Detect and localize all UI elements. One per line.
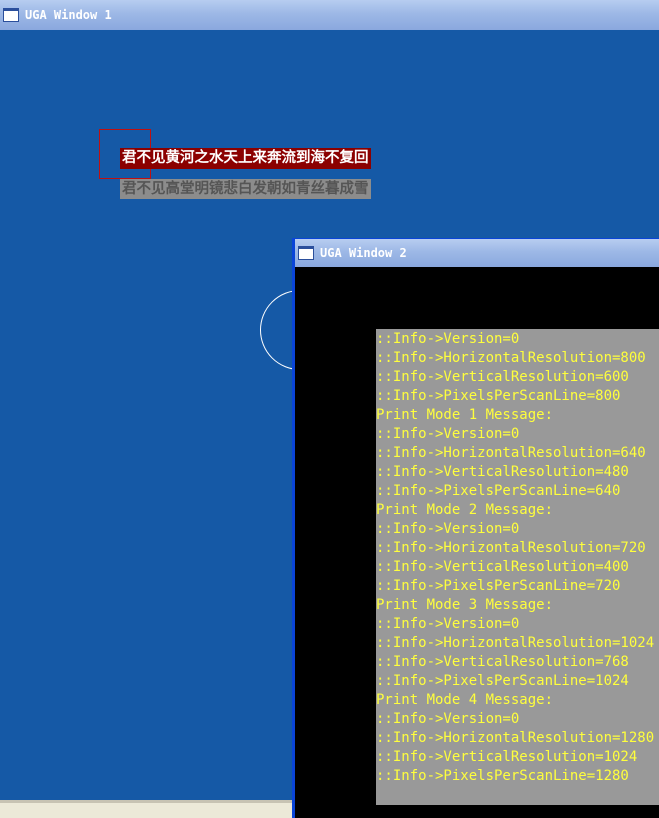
console-line: ::Info->HorizontalResolution=800 bbox=[376, 350, 646, 366]
console-output: ::Info->Version=0::Info->HorizontalResol… bbox=[376, 329, 659, 805]
console-line: ::Info->HorizontalResolution=640 bbox=[376, 445, 646, 461]
console-line: Print Mode 3 Message: bbox=[376, 597, 554, 613]
console-line: Print Mode 1 Message: bbox=[376, 407, 554, 423]
console-line: ::Info->PixelsPerScanLine=720 bbox=[376, 578, 621, 594]
console-line: ::Info->Version=0 bbox=[376, 331, 520, 347]
console-line: ::Info->VerticalResolution=600 bbox=[376, 369, 629, 385]
window1-title: UGA Window 1 bbox=[25, 8, 112, 22]
window2[interactable]: UGA Window 2 ::Info->Version=0::Info->Ho… bbox=[292, 238, 659, 818]
console-line: ::Info->VerticalResolution=480 bbox=[376, 464, 629, 480]
window1-titlebar[interactable]: UGA Window 1 bbox=[0, 0, 659, 30]
console-line: ::Info->PixelsPerScanLine=640 bbox=[376, 483, 621, 499]
console-line: ::Info->Version=0 bbox=[376, 711, 520, 727]
window-icon bbox=[298, 246, 314, 260]
window-icon bbox=[3, 8, 19, 22]
console-line: ::Info->HorizontalResolution=1280 bbox=[376, 730, 655, 746]
console-line: ::Info->VerticalResolution=400 bbox=[376, 559, 629, 575]
console-line: ::Info->PixelsPerScanLine=1024 bbox=[376, 673, 629, 689]
window2-titlebar[interactable]: UGA Window 2 bbox=[295, 239, 659, 267]
console-line: ::Info->HorizontalResolution=1024 bbox=[376, 635, 655, 651]
console-line: ::Info->Version=0 bbox=[376, 521, 520, 537]
poem-line-1: 君不见黄河之水天上来奔流到海不复回 bbox=[120, 148, 371, 169]
window2-title: UGA Window 2 bbox=[320, 246, 407, 260]
console-line: ::Info->Version=0 bbox=[376, 616, 520, 632]
console-line: ::Info->PixelsPerScanLine=1280 bbox=[376, 768, 629, 784]
console-line: ::Info->VerticalResolution=1024 bbox=[376, 749, 638, 765]
console-line: ::Info->HorizontalResolution=720 bbox=[376, 540, 646, 556]
console-line: Print Mode 2 Message: bbox=[376, 502, 554, 518]
console-line: ::Info->Version=0 bbox=[376, 426, 520, 442]
console-line: Print Mode 4 Message: bbox=[376, 692, 554, 708]
console-line: ::Info->VerticalResolution=768 bbox=[376, 654, 629, 670]
console-line: ::Info->PixelsPerScanLine=800 bbox=[376, 388, 621, 404]
poem-line-2: 君不见高堂明镜悲白发朝如青丝暮成雪 bbox=[120, 179, 371, 199]
